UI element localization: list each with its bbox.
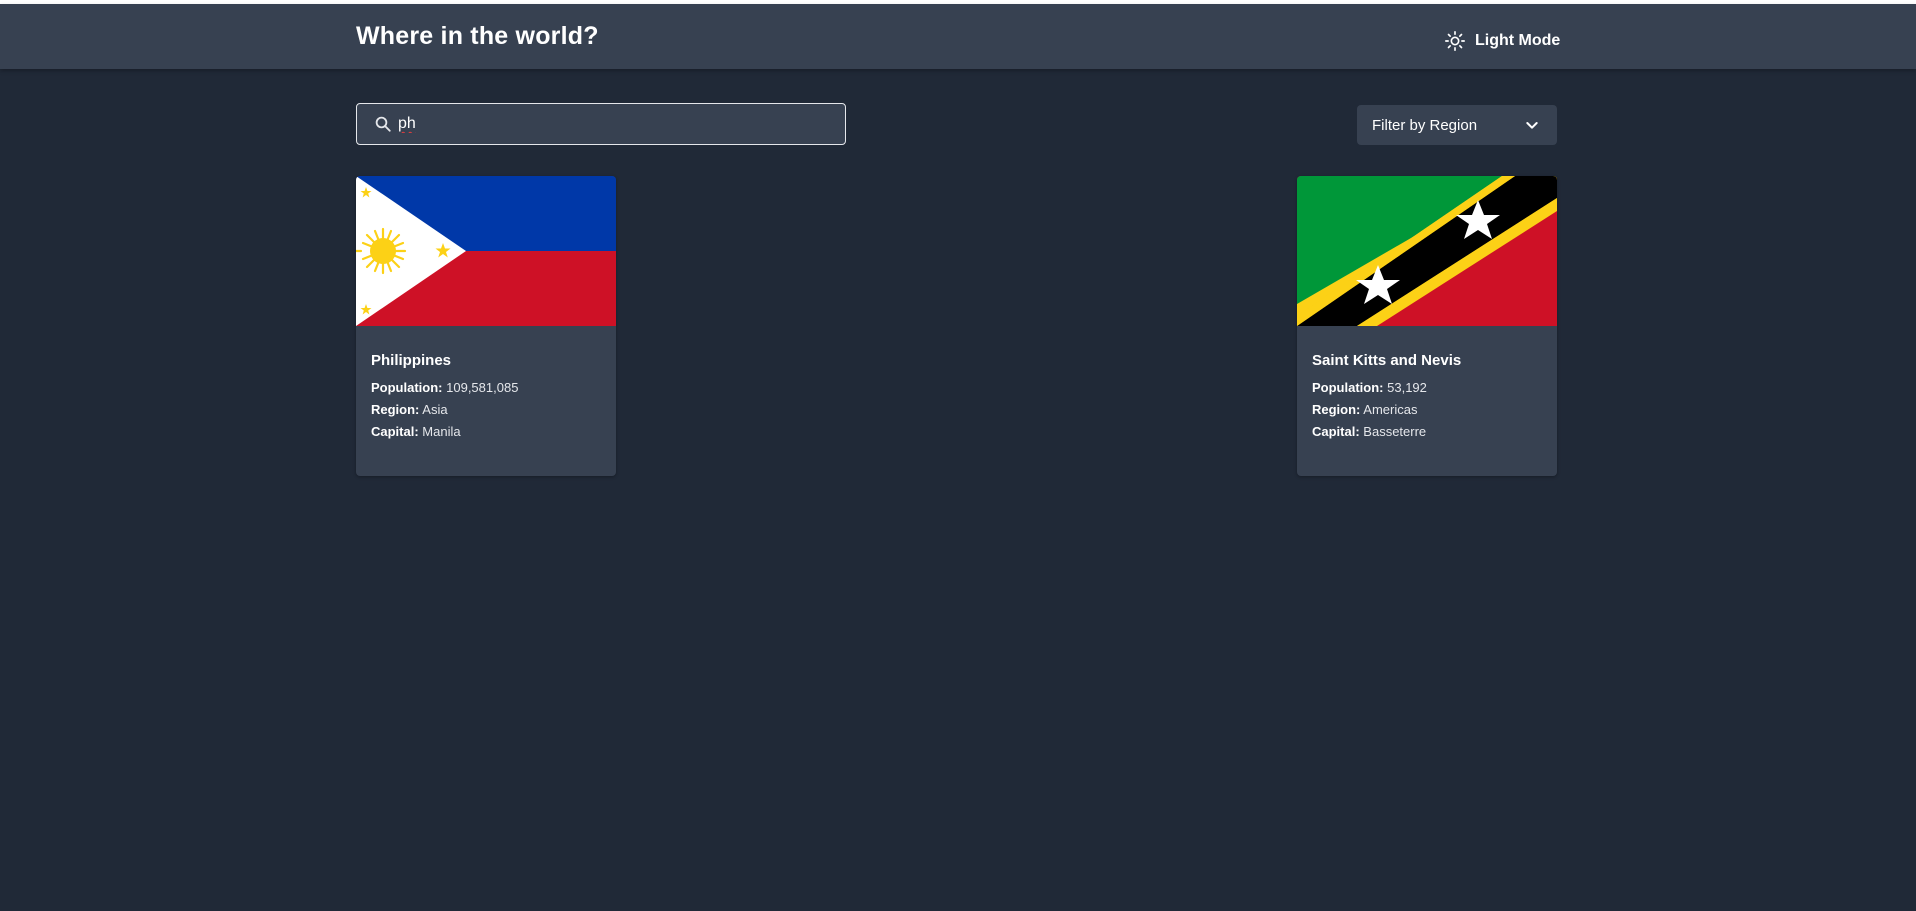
population-value: 53,192 bbox=[1387, 380, 1427, 395]
country-info: Philippines Population: 109,581,085 Regi… bbox=[356, 326, 616, 439]
capital-label: Capital: bbox=[371, 424, 419, 439]
philippines-flag bbox=[356, 176, 616, 326]
region-filter-dropdown[interactable]: Filter by Region bbox=[1357, 105, 1557, 145]
chevron-down-icon bbox=[1524, 117, 1540, 133]
population-value: 109,581,085 bbox=[446, 380, 519, 395]
country-card[interactable]: Philippines Population: 109,581,085 Regi… bbox=[356, 176, 616, 476]
saint-kitts-and-nevis-flag bbox=[1297, 176, 1557, 326]
region-label: Region: bbox=[371, 402, 420, 417]
region-line: Region: Americas bbox=[1312, 402, 1542, 417]
capital-value: Manila bbox=[422, 424, 461, 439]
population-line: Population: 109,581,085 bbox=[371, 380, 601, 395]
app-header: Where in the world? Light Mode bbox=[0, 4, 1916, 69]
region-line: Region: Asia bbox=[371, 402, 601, 417]
country-info: Saint Kitts and Nevis Population: 53,192… bbox=[1297, 326, 1557, 439]
search-input[interactable] bbox=[398, 109, 845, 139]
app-title: Where in the world? bbox=[356, 22, 599, 50]
capital-line: Capital: Basseterre bbox=[1312, 424, 1542, 439]
sun-icon bbox=[1444, 30, 1466, 52]
region-filter-label: Filter by Region bbox=[1372, 116, 1478, 134]
country-name: Saint Kitts and Nevis bbox=[1312, 352, 1462, 369]
theme-toggle-label: Light Mode bbox=[1475, 32, 1561, 49]
region-value: Americas bbox=[1363, 402, 1418, 417]
population-label: Population: bbox=[371, 380, 443, 395]
search-icon bbox=[374, 115, 392, 133]
population-line: Population: 53,192 bbox=[1312, 380, 1542, 395]
region-value: Asia bbox=[422, 402, 448, 417]
region-label: Region: bbox=[1312, 402, 1361, 417]
population-label: Population: bbox=[1312, 380, 1384, 395]
capital-label: Capital: bbox=[1312, 424, 1360, 439]
theme-toggle-button[interactable]: Light Mode bbox=[1444, 24, 1560, 58]
capital-line: Capital: Manila bbox=[371, 424, 601, 439]
capital-value: Basseterre bbox=[1363, 424, 1427, 439]
country-card[interactable]: Saint Kitts and Nevis Population: 53,192… bbox=[1297, 176, 1557, 476]
search-box[interactable] bbox=[356, 103, 846, 145]
country-name: Philippines bbox=[371, 352, 452, 369]
